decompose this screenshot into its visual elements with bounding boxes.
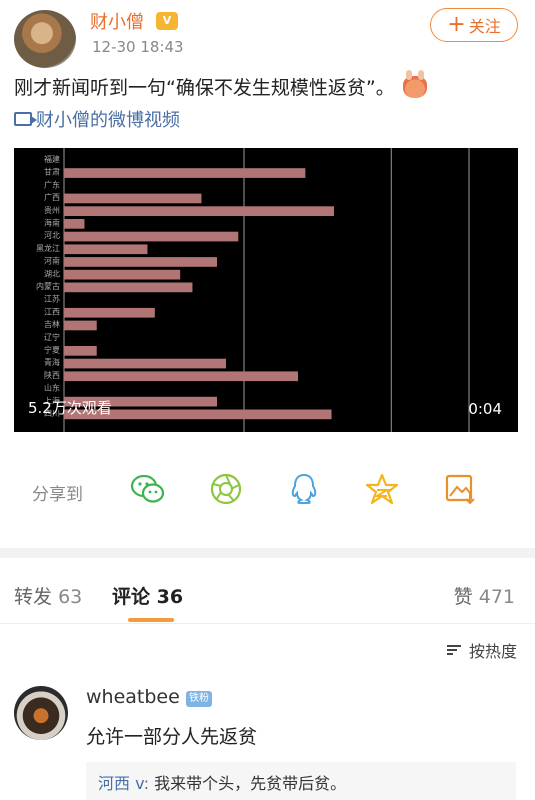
category-label: 黑龙江 (36, 243, 60, 253)
fan-badge: 铁粉 (186, 691, 212, 707)
plus-icon: + (447, 12, 466, 37)
tab-repost[interactable]: 转发 63 (14, 582, 82, 609)
tab-like-count: 471 (478, 586, 515, 608)
share-row: 分享到 (0, 466, 535, 514)
video-link-label: 财小僧的微博视频 (36, 110, 180, 131)
bar (64, 219, 85, 229)
comment-text: 允许一部分人先返贫 (86, 726, 258, 748)
bar (64, 320, 97, 331)
follow-label: 关注 (468, 17, 501, 36)
category-label: 甘肃 (44, 167, 60, 177)
qq-icon[interactable] (286, 472, 322, 506)
category-label: 河北 (44, 230, 60, 240)
bar (64, 307, 155, 318)
post-header: 财小僧 V 12-30 18:43 + 关注 (0, 0, 535, 70)
bar (64, 346, 97, 356)
bar (64, 269, 181, 280)
tab-like-label: 赞 (453, 586, 473, 608)
category-label: 山东 (44, 383, 60, 393)
sort-label: 按热度 (468, 642, 517, 661)
video-duration: 0:04 (468, 400, 502, 418)
tab-comment-count: 36 (156, 586, 184, 608)
sort-icon (446, 644, 463, 656)
category-label: 江苏 (44, 294, 60, 304)
moments-icon[interactable] (208, 472, 244, 506)
commenter-avatar[interactable] (14, 686, 68, 740)
category-label: 广东 (44, 179, 60, 189)
post-time: 12-30 18:43 (92, 38, 184, 56)
reply-text: 我来带个头，先贫带后贫。 (154, 774, 347, 793)
bar (64, 371, 298, 382)
wechat-icon[interactable] (130, 472, 166, 506)
reply-preview[interactable]: 河西 v: 我来带个头，先贫带后贫。 (86, 762, 516, 800)
commenter-name[interactable]: wheatbee (86, 686, 180, 708)
follow-button[interactable]: + 关注 (430, 8, 518, 42)
engagement-tabs: 转发 63 评论 36 赞 471 (0, 574, 535, 624)
tab-comment[interactable]: 评论 36 (112, 582, 183, 609)
bar (64, 257, 217, 267)
category-label: 广西 (44, 192, 60, 202)
bar (64, 282, 193, 293)
bar (64, 206, 334, 216)
reply-author[interactable]: 河西 v: (98, 774, 149, 793)
section-divider (0, 548, 535, 558)
category-label: 宁夏 (44, 345, 60, 355)
category-label: 河南 (44, 256, 60, 266)
category-label: 海南 (44, 218, 60, 228)
comment-item: wheatbee 铁粉 允许一部分人先返贫 河西 v: 我来带个头，先贫带后贫。 (0, 678, 535, 800)
bar (64, 231, 239, 242)
category-label: 青海 (44, 357, 60, 367)
category-label: 贵州 (44, 205, 60, 215)
bar (64, 168, 306, 178)
save-image-icon[interactable] (442, 472, 478, 506)
bar (64, 193, 202, 204)
tab-comment-label: 评论 (112, 586, 151, 608)
category-label: 辽宁 (44, 332, 60, 342)
view-count: 5.2万次观看 (28, 399, 112, 417)
category-label: 湖北 (44, 269, 60, 278)
bar-chart: 福建甘肃广东广西贵州海南河北黑龙江河南湖北内蒙古江苏江西吉林辽宁宁夏青海陕西山东… (36, 148, 470, 432)
tab-like[interactable]: 赞 471 (454, 582, 515, 609)
tab-repost-label: 转发 (14, 586, 53, 608)
category-label: 内蒙古 (36, 281, 60, 291)
video-player[interactable]: 福建甘肃广东广西贵州海南河北黑龙江河南湖北内蒙古江苏江西吉林辽宁宁夏青海陕西山东… (14, 148, 518, 432)
category-label: 江西 (44, 307, 60, 316)
bunny-emoji-icon (402, 70, 427, 98)
video-link[interactable]: 财小僧的微博视频 (14, 106, 180, 132)
video-camera-icon (14, 112, 37, 126)
sort-by-hot-button[interactable]: 按热度 (446, 638, 517, 662)
vip-badge-icon: V (156, 12, 178, 30)
share-label: 分享到 (32, 485, 83, 505)
bar (64, 244, 148, 255)
active-tab-indicator (128, 618, 174, 622)
category-label: 吉林 (44, 319, 60, 329)
category-label: 陕西 (44, 370, 60, 380)
author-name[interactable]: 财小僧 (90, 8, 144, 34)
author-avatar[interactable] (14, 10, 76, 68)
post-text-body: 刚才新闻听到一句“确保不发生规模性返贫”。 (14, 77, 395, 99)
post-text: 刚才新闻听到一句“确保不发生规模性返贫”。 (14, 70, 524, 102)
category-label: 福建 (44, 154, 60, 164)
qzone-icon[interactable] (364, 472, 400, 506)
tab-repost-count: 63 (58, 586, 83, 608)
bar (64, 358, 226, 369)
